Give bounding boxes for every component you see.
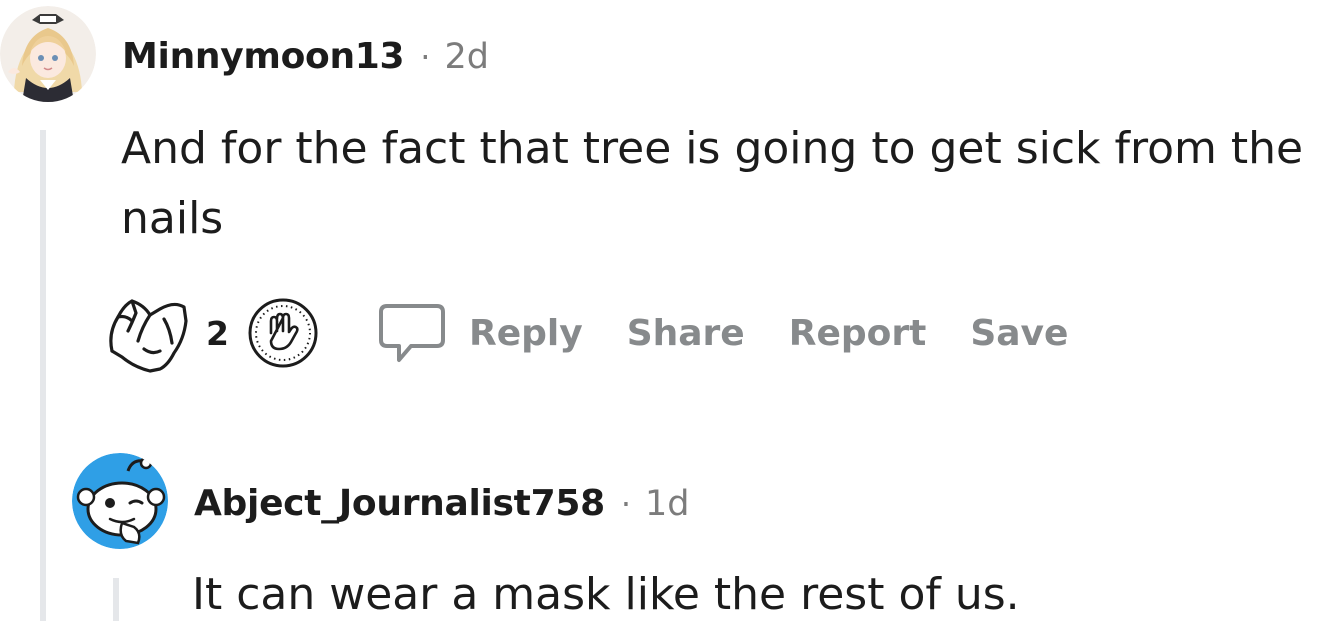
comment-body: And for the fact that tree is going to g…	[121, 114, 1303, 254]
avatar[interactable]	[0, 6, 96, 102]
username-link[interactable]: Minnymoon13	[122, 36, 405, 77]
comment-header: Abject_Journalist758 · 1d	[194, 483, 690, 524]
upvote-button[interactable]	[104, 293, 192, 373]
snoo-avatar-icon	[72, 453, 168, 549]
vote-count: 2	[206, 313, 229, 353]
avatar[interactable]	[72, 453, 168, 549]
comment-body: It can wear a mask like the rest of us.	[192, 560, 1020, 630]
upvote-custom-icon	[109, 299, 188, 373]
thread-line-1[interactable]	[40, 130, 46, 621]
comment-header: Minnymoon13 · 2d	[122, 36, 489, 77]
comment-timestamp[interactable]: 2d	[444, 37, 489, 77]
reply-icon-button[interactable]	[377, 298, 447, 368]
comment-timestamp[interactable]: 1d	[645, 484, 690, 524]
comment-text-line: It can wear a mask like the rest of us.	[192, 569, 1020, 620]
hand-stop-icon	[248, 298, 318, 368]
separator-dot: ·	[420, 38, 431, 76]
share-button[interactable]: Share	[627, 313, 745, 354]
comment-text-line: And for the fact that tree is going to g…	[121, 123, 1304, 174]
report-button[interactable]: Report	[789, 313, 927, 354]
save-button[interactable]: Save	[970, 313, 1068, 354]
username-link[interactable]: Abject_Journalist758	[194, 483, 605, 524]
thread-line-2[interactable]	[113, 578, 119, 621]
comment-bubble-icon	[378, 304, 445, 362]
reply-button[interactable]: Reply	[469, 313, 583, 354]
anime-avatar-icon	[0, 6, 96, 102]
comment-action-bar: 2 Reply Share Report Save	[104, 288, 1068, 378]
downvote-button[interactable]	[247, 297, 319, 369]
separator-dot: ·	[620, 485, 632, 523]
comment-text-line: nails	[121, 193, 224, 244]
